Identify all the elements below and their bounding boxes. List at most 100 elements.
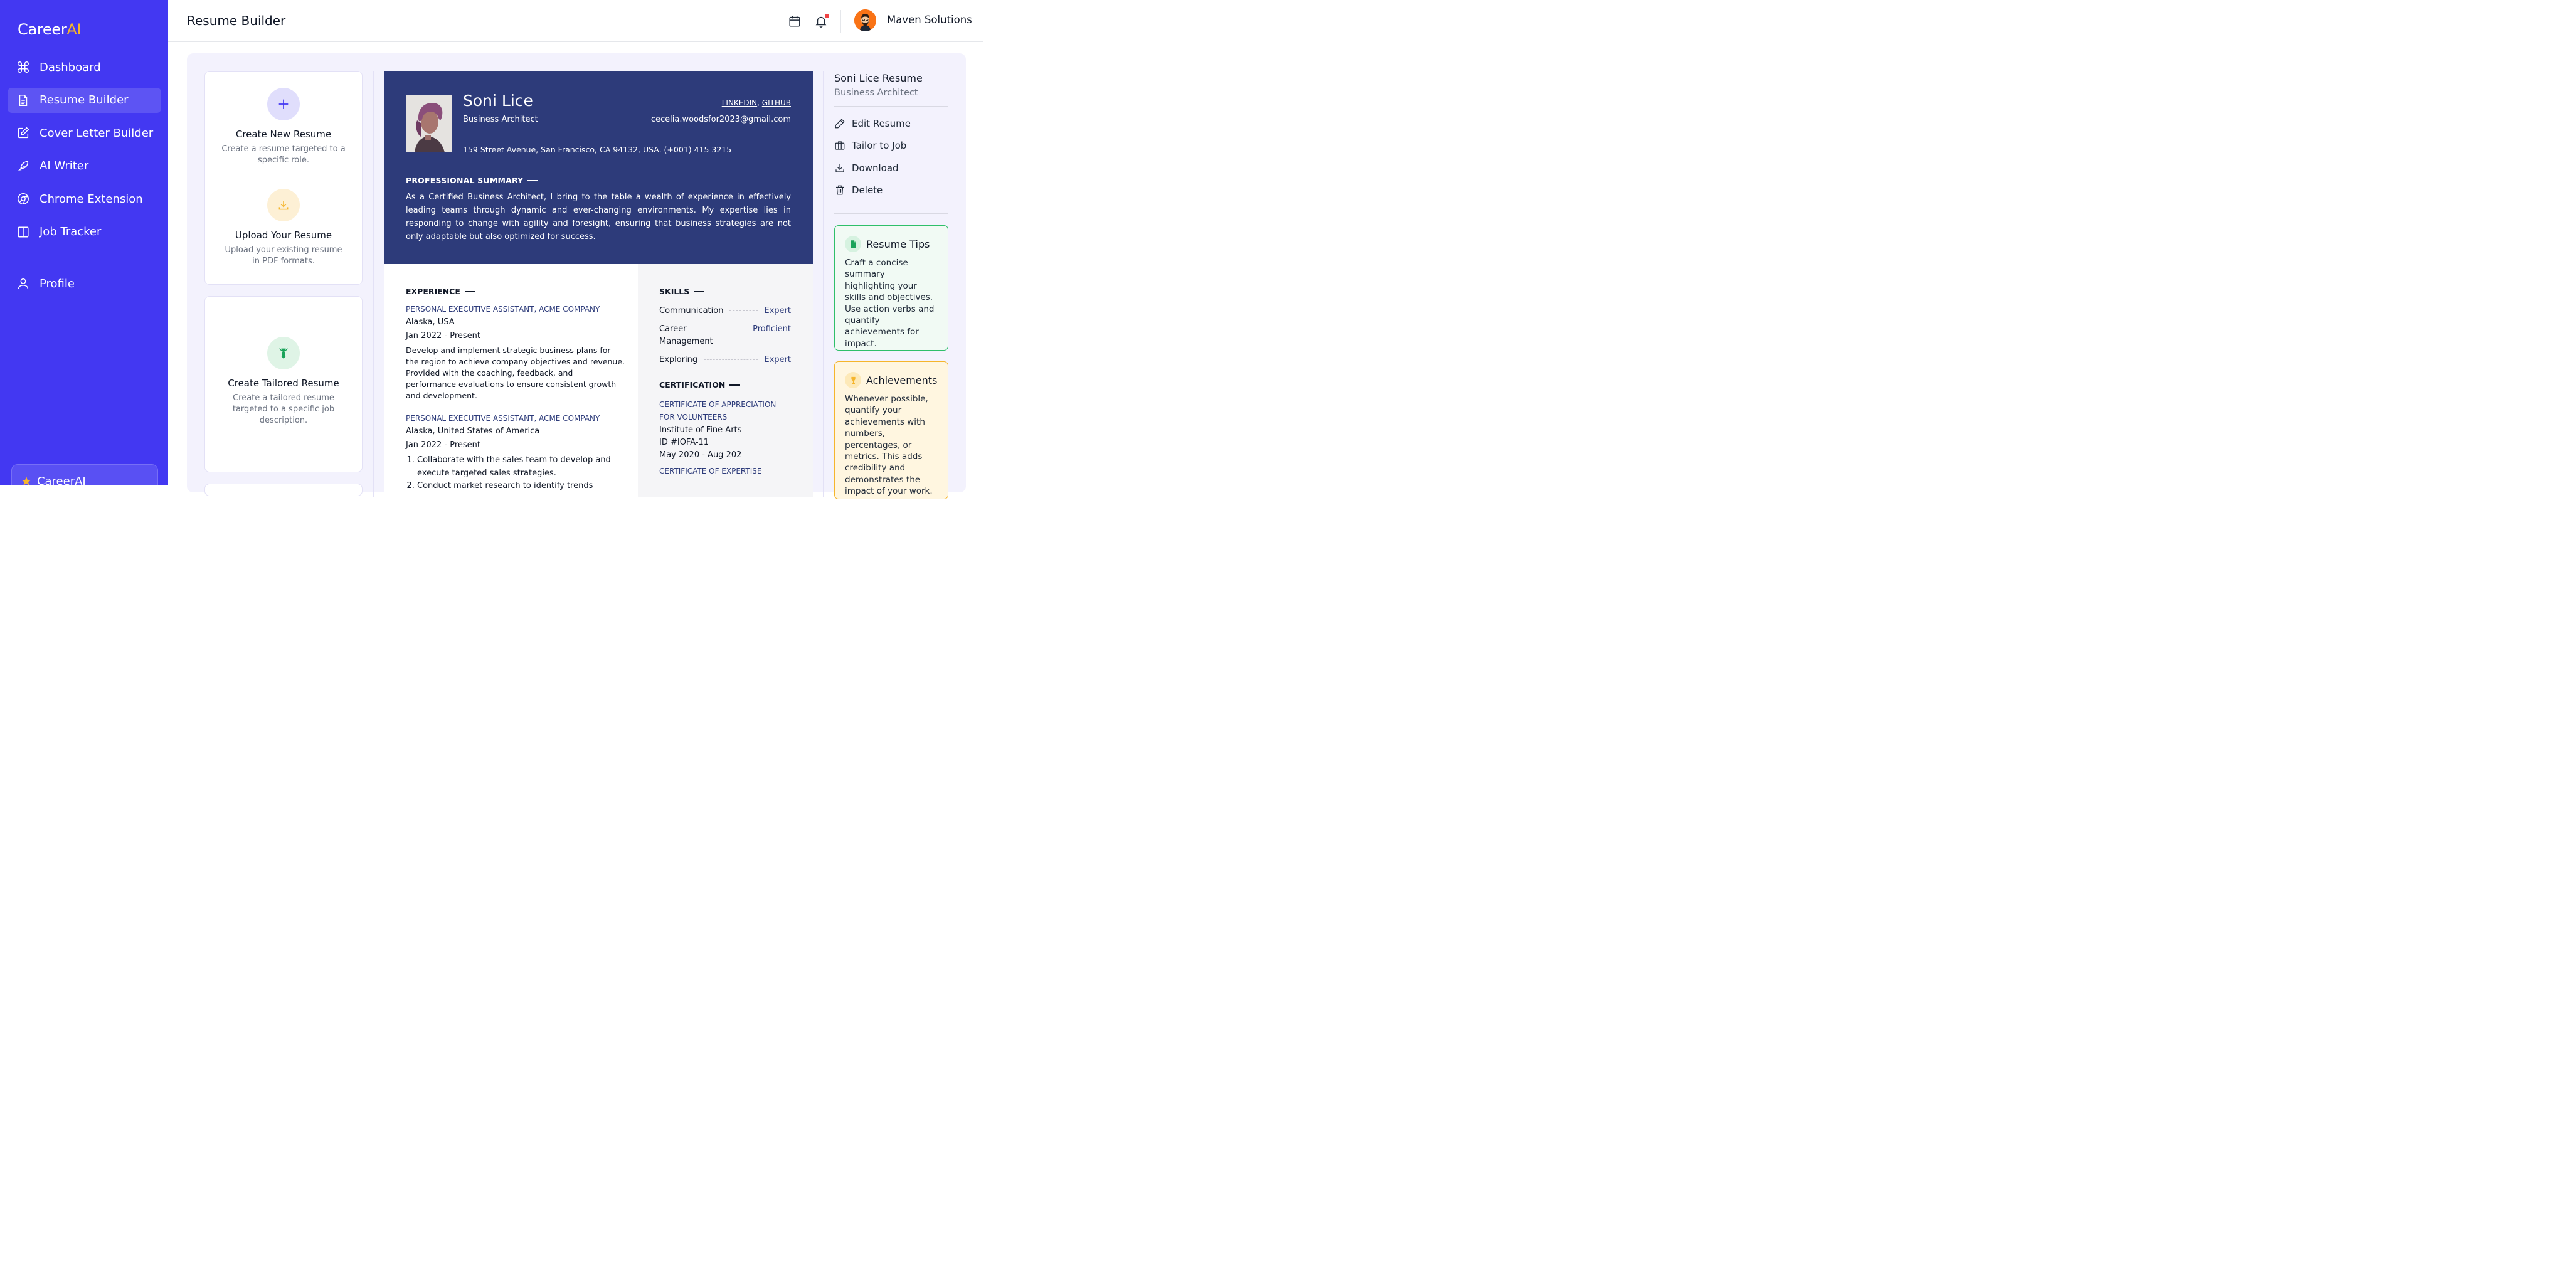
skill-row: Exploring Expert: [659, 354, 791, 366]
document-icon: [16, 93, 30, 107]
topbar-separator: [840, 10, 841, 33]
file-icon: [845, 236, 861, 252]
sidebar-item-label: Resume Builder: [40, 93, 129, 107]
certification-heading: CERTIFICATION: [659, 380, 791, 390]
panel-rule: [834, 106, 948, 107]
linkedin-link[interactable]: LINKEDIN: [722, 98, 757, 107]
resume-preview[interactable]: Soni Lice Business Architect LINKEDIN, G…: [384, 71, 813, 497]
topbar: Resume Builder Maven Solutions: [168, 0, 983, 42]
resume-header: Soni Lice Business Architect LINKEDIN, G…: [384, 71, 813, 264]
option-description: Create a tailored resume targeted to a s…: [232, 393, 335, 425]
sidebar-item-resume-builder[interactable]: Resume Builder: [8, 87, 161, 113]
trophy-icon: [845, 372, 861, 388]
summary-text: As a Certified Business Architect, I bri…: [406, 193, 791, 241]
skill-level: Expert: [764, 306, 791, 315]
tip-body: Whenever possible, quantify your achieve…: [845, 394, 933, 497]
resume-tips-card: Resume Tips Craft a concise summary high…: [834, 225, 948, 351]
sidebar-nav: Dashboard Resume Builder Cover Letter Bu…: [8, 55, 161, 252]
skills-heading: SKILLS: [659, 287, 791, 296]
delete-button[interactable]: Delete: [834, 183, 883, 198]
sidebar-item-ai-writer[interactable]: AI Writer: [8, 154, 161, 179]
tip-title: Achievements: [866, 374, 938, 386]
summary-heading-label: PROFESSIONAL SUMMARY: [406, 176, 524, 185]
create-new-resume-option[interactable]: Create New Resume Create a resume target…: [205, 88, 362, 166]
links-separator: ,: [757, 98, 762, 107]
user-icon: [16, 277, 30, 290]
achievements-card: Achievements Whenever possible, quantify…: [834, 361, 948, 499]
star-icon: ★: [21, 474, 32, 489]
certification-heading-label: CERTIFICATION: [659, 380, 726, 390]
job-bullets: Collaborate with the sales team to devel…: [406, 454, 625, 493]
tailored-resume-card[interactable]: Create Tailored Resume Create a tailored…: [204, 296, 363, 472]
panel-title: Soni Lice Resume: [834, 72, 923, 84]
skill-name: Communication: [659, 306, 724, 315]
heading-dash: [694, 290, 705, 292]
sidebar-item-profile[interactable]: Profile: [8, 271, 161, 296]
skill-row: Communication Expert: [659, 305, 791, 317]
upload-download-icon: [267, 189, 300, 221]
tip-body: Craft a concise summary highlighting you…: [845, 258, 935, 349]
job-dates: Jan 2022 - Present: [406, 440, 480, 450]
sidebar-item-label: Job Tracker: [40, 225, 102, 238]
experience-section: EXPERIENCE PERSONAL EXECUTIVE ASSISTANT,…: [406, 287, 625, 493]
job-location: Alaska, United States of America: [406, 427, 540, 436]
skill-row: Career Management Proficient: [659, 323, 791, 348]
resume-role: Business Architect: [463, 115, 538, 124]
panel-subtitle: Business Architect: [834, 88, 918, 98]
experience-heading: EXPERIENCE: [406, 287, 625, 296]
sidebar-item-job-tracker[interactable]: Job Tracker: [8, 220, 161, 245]
upload-resume-option[interactable]: Upload Your Resume Upload your existing …: [205, 189, 362, 267]
edit-icon: [16, 126, 30, 140]
org-name[interactable]: Maven Solutions: [887, 14, 972, 26]
job-dates: Jan 2022 - Present: [406, 331, 480, 341]
brand-logo[interactable]: CareerAI: [18, 21, 82, 38]
download-button[interactable]: Download: [834, 161, 899, 176]
trash-icon: [834, 184, 845, 196]
skills-cert-section: SKILLS Communication Expert Career Manag…: [659, 287, 791, 479]
more-card: [204, 484, 363, 496]
sidebar: CareerAI Dashboard Resume Builder Cover …: [0, 0, 168, 502]
avatar[interactable]: [854, 9, 876, 31]
sidebar-item-label: AI Writer: [40, 159, 89, 172]
option-description: Upload your existing resume in PDF forma…: [225, 245, 342, 266]
job-title: PERSONAL EXECUTIVE ASSISTANT, ACME COMPA…: [406, 414, 600, 423]
skill-level: Expert: [764, 355, 791, 364]
chrome-icon: [16, 192, 30, 206]
bell-icon[interactable]: [814, 14, 829, 28]
job-bullet: Collaborate with the sales team to devel…: [417, 454, 625, 480]
sidebar-promo-card[interactable]: ★ CareerAI: [11, 464, 158, 502]
job-bullet: Conduct market research to identify tren…: [417, 480, 625, 493]
skills-heading-label: SKILLS: [659, 287, 690, 296]
notification-dot: [825, 14, 829, 18]
resume-links: LINKEDIN, GITHUB: [722, 98, 791, 107]
experience-heading-label: EXPERIENCE: [406, 287, 460, 296]
option-title: Upload Your Resume: [235, 230, 332, 241]
skill-level: Proficient: [753, 324, 791, 334]
heading-dash: [527, 179, 539, 181]
sidebar-item-label: Dashboard: [40, 60, 101, 74]
tip-header: Achievements: [845, 372, 938, 388]
resume-email: cecelia.woodsfor2023@gmail.com: [650, 115, 791, 124]
job-entry: PERSONAL EXECUTIVE ASSISTANT, ACME COMPA…: [406, 305, 625, 401]
panel-rule: [834, 213, 948, 214]
resume-address: 159 Street Avenue, San Francisco, CA 941…: [463, 145, 732, 154]
action-label: Edit Resume: [852, 118, 911, 129]
sidebar-item-label: Profile: [40, 277, 75, 290]
calendar-icon[interactable]: [788, 14, 802, 28]
summary-heading: PROFESSIONAL SUMMARY: [406, 176, 539, 185]
github-link[interactable]: GITHUB: [762, 98, 791, 107]
create-tailored-resume-option[interactable]: Create Tailored Resume Create a tailored…: [205, 337, 362, 427]
sidebar-item-dashboard[interactable]: Dashboard: [8, 55, 161, 80]
action-label: Tailor to Job: [852, 140, 907, 151]
tailor-to-job-button[interactable]: Tailor to Job: [834, 138, 906, 153]
cert-id: ID #IOFA-11: [659, 438, 709, 447]
tip-header: Resume Tips: [845, 236, 938, 252]
briefcase-icon: [834, 140, 845, 151]
sidebar-item-cover-letter-builder[interactable]: Cover Letter Builder: [8, 120, 161, 146]
panel-divider: [823, 71, 824, 497]
edit-resume-button[interactable]: Edit Resume: [834, 116, 911, 131]
plus-icon: [267, 88, 300, 120]
page-title: Resume Builder: [187, 13, 286, 28]
sidebar-item-chrome-extension[interactable]: Chrome Extension: [8, 186, 161, 211]
tie-icon: [267, 337, 300, 369]
